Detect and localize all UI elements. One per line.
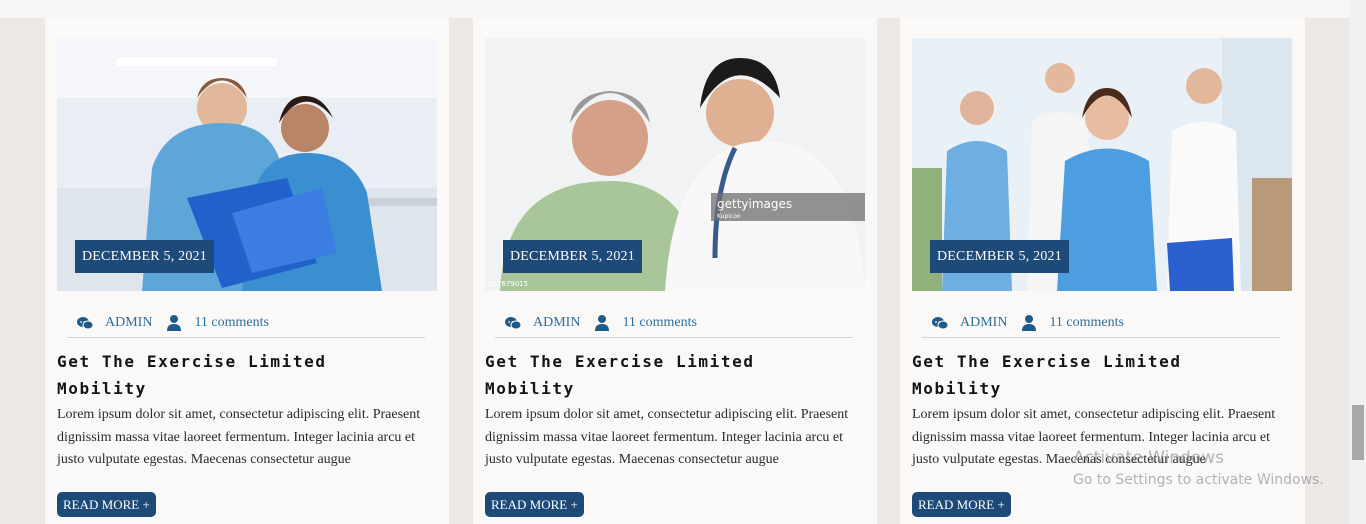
post-comments-link[interactable]: 11 comments (1049, 315, 1124, 331)
post-title[interactable]: Get The Exercise Limited Mobility (912, 348, 1282, 402)
stock-id: 157679015 (488, 280, 528, 288)
post-excerpt: Lorem ipsum dolor sit amet, consectetur … (485, 407, 849, 467)
post-author-link[interactable]: ADMIN (960, 315, 1007, 331)
chat-bubbles-icon (76, 314, 94, 332)
os-activation-watermark: Activate Windows Go to Settings to activ… (1073, 448, 1324, 488)
activation-subtitle: Go to Settings to activate Windows. (1073, 472, 1324, 488)
post-date-badge: DECEMBER 5, 2021 (930, 240, 1069, 273)
post-title[interactable]: Get The Exercise Limited Mobility (57, 348, 427, 402)
post-meta: ADMIN 11 comments (922, 308, 1280, 338)
post-meta: ADMIN 11 comments (495, 308, 853, 338)
blog-card: DECEMBER 5, 2021 ADMIN 11 comments Get T… (45, 18, 449, 524)
post-date-badge: DECEMBER 5, 2021 (503, 240, 642, 273)
post-comments-link[interactable]: 11 comments (622, 315, 697, 331)
post-image[interactable]: DECEMBER 5, 2021 (57, 38, 437, 291)
post-comments-link[interactable]: 11 comments (194, 315, 269, 331)
post-excerpt: Lorem ipsum dolor sit amet, consectetur … (57, 407, 421, 467)
read-more-button[interactable]: READ MORE + (57, 492, 156, 517)
post-author-link[interactable]: ADMIN (105, 315, 152, 331)
user-icon (1020, 314, 1038, 332)
getty-watermark: gettyimages (717, 197, 792, 211)
user-icon (165, 314, 183, 332)
post-image[interactable]: DECEMBER 5, 2021 (912, 38, 1292, 291)
post-image[interactable]: gettyimages Kupicoo 157679015 DECEMBER 5… (485, 38, 865, 291)
read-more-button[interactable]: READ MORE + (912, 492, 1011, 517)
top-strip (0, 0, 1350, 18)
user-icon (593, 314, 611, 332)
chat-bubbles-icon (931, 314, 949, 332)
getty-watermark-sub: Kupicoo (717, 213, 741, 220)
post-author-link[interactable]: ADMIN (533, 315, 580, 331)
blog-card: gettyimages Kupicoo 157679015 DECEMBER 5… (473, 18, 877, 524)
chat-bubbles-icon (504, 314, 522, 332)
post-meta: ADMIN 11 comments (67, 308, 425, 338)
activation-title: Activate Windows (1073, 448, 1224, 468)
scrollbar-thumb[interactable] (1352, 405, 1364, 460)
read-more-button[interactable]: READ MORE + (485, 492, 584, 517)
post-date-badge: DECEMBER 5, 2021 (75, 240, 214, 273)
post-title[interactable]: Get The Exercise Limited Mobility (485, 348, 855, 402)
